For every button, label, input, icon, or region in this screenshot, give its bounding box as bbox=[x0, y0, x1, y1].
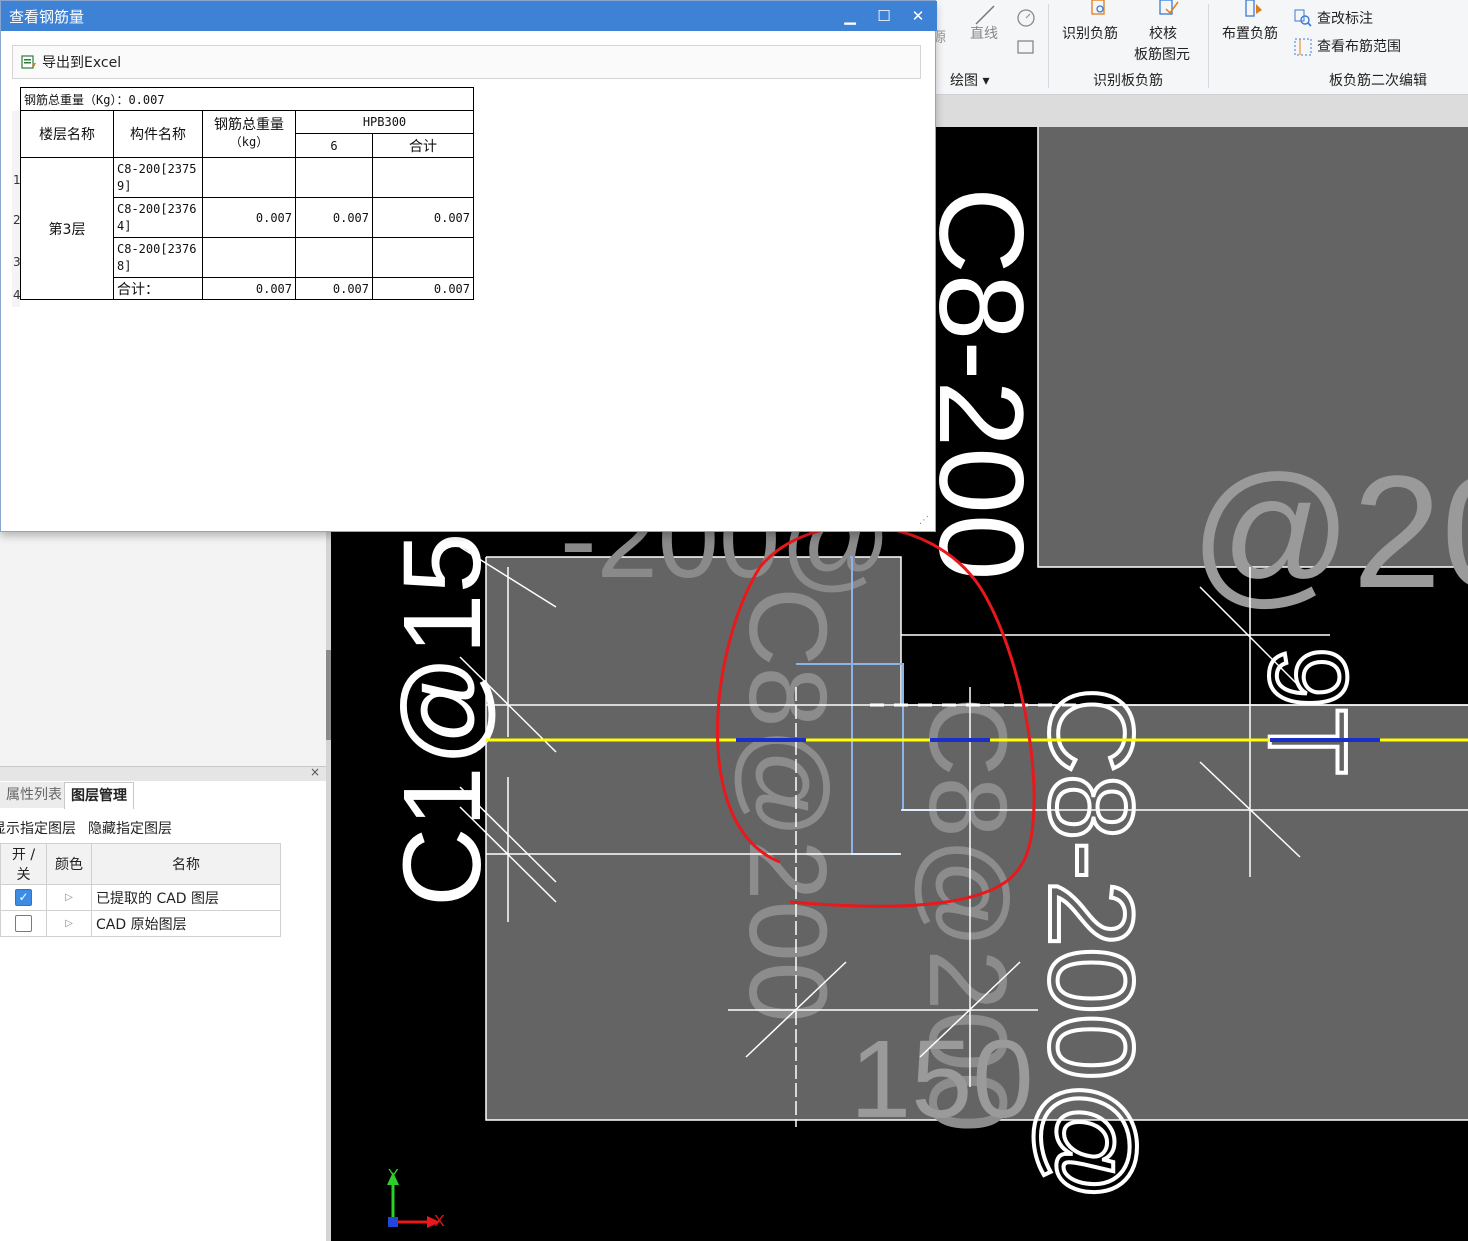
weight-cell: 0.007 bbox=[202, 197, 296, 238]
view-range-icon bbox=[1294, 38, 1312, 56]
layer-name: CAD 原始图层 bbox=[91, 910, 281, 937]
header-total-weight-label: 钢筋总重量 bbox=[214, 117, 284, 133]
check-icon bbox=[1159, 0, 1179, 15]
cad-text-c1-15: C1@15 bbox=[381, 532, 504, 907]
d6-cell bbox=[295, 237, 373, 278]
tab-attribute-list[interactable]: 属性列表 bbox=[0, 782, 68, 808]
layer-panel-close-icon[interactable]: × bbox=[310, 765, 320, 779]
export-excel-label: 导出到Excel bbox=[42, 55, 122, 71]
subtotal-cell bbox=[372, 237, 474, 278]
header-total-weight-unit: （kg） bbox=[229, 135, 269, 149]
subtotal-cell: 0.007 bbox=[372, 277, 474, 300]
identify-group-label: 识别板负筋 bbox=[1093, 73, 1163, 89]
component-cell: C8-200[23764] bbox=[113, 197, 203, 238]
rebar-quantity-table: 钢筋总重量（Kg）：0.007 楼层名称 构件名称 钢筋总重量 （kg） HPB… bbox=[20, 87, 474, 300]
col-onoff: 开 / 关 bbox=[0, 843, 47, 885]
layer-checkbox-checked[interactable]: ✓ bbox=[15, 889, 32, 906]
identify-negative-rebar-button[interactable]: 识别负筋 bbox=[1062, 24, 1118, 45]
col-name: 名称 bbox=[91, 843, 281, 885]
header-grade: HPB300 bbox=[295, 110, 474, 134]
line-button[interactable]: 直线 bbox=[970, 24, 998, 45]
weight-cell: 0.007 bbox=[202, 277, 296, 300]
layer-panel-header bbox=[0, 766, 326, 781]
draw-group-label[interactable]: 绘图 ▾ bbox=[950, 70, 989, 90]
layer-row[interactable]: ▷ CAD 原始图层 bbox=[0, 910, 281, 937]
edit-mark-button[interactable]: 查改标注 bbox=[1317, 9, 1373, 30]
resize-grip-icon[interactable]: ⋰ bbox=[919, 515, 929, 526]
excel-icon bbox=[21, 55, 36, 69]
ribbon-bottom-strip bbox=[936, 95, 1468, 127]
component-cell: C8-200[23759] bbox=[113, 157, 203, 198]
panel-splitter[interactable] bbox=[326, 532, 331, 1241]
header-subtotal: 合计 bbox=[372, 133, 474, 158]
rectangle-icon[interactable] bbox=[1016, 38, 1036, 56]
dialog-toolbar: 导出到Excel bbox=[12, 45, 921, 79]
splitter-grip[interactable] bbox=[326, 650, 331, 740]
total-label-cell: 合计： bbox=[113, 277, 203, 300]
tab-layer-management[interactable]: 图层管理 bbox=[64, 782, 134, 809]
weight-cell bbox=[202, 237, 296, 278]
subtotal-cell: 0.007 bbox=[372, 197, 474, 238]
header-total-weight: 钢筋总重量 （kg） bbox=[202, 110, 296, 158]
total-weight-summary: 钢筋总重量（Kg）：0.007 bbox=[20, 87, 474, 111]
hide-layer-button[interactable]: 隐藏指定图层 bbox=[88, 818, 172, 838]
check-button[interactable]: 校核 bbox=[1149, 24, 1177, 45]
axis-y-label: Y bbox=[388, 1167, 399, 1184]
dialog-title: 查看钢筋量 bbox=[9, 8, 85, 26]
floor-cell: 第3层 bbox=[20, 157, 114, 300]
header-diameter: 6 bbox=[295, 133, 373, 158]
col-color: 颜色 bbox=[46, 843, 92, 885]
ribbon-separator bbox=[1048, 4, 1049, 88]
layer-row[interactable]: ✓ ▷ 已提取的 CAD 图层 bbox=[0, 884, 281, 911]
edit-mark-icon bbox=[1294, 9, 1312, 27]
layer-checkbox[interactable] bbox=[15, 915, 32, 932]
d6-cell bbox=[295, 157, 373, 198]
row-number-gutter bbox=[12, 111, 20, 307]
table-row[interactable]: 第3层 C8-200[23759] bbox=[20, 157, 474, 300]
place-negative-rebar-icon bbox=[1245, 0, 1262, 17]
expand-arrow-icon[interactable]: ▷ bbox=[46, 910, 92, 937]
component-cell: C8-200[23768] bbox=[113, 237, 203, 278]
layer-name: 已提取的 CAD 图层 bbox=[91, 884, 281, 911]
layer-table-header: 开 / 关 颜色 名称 bbox=[0, 843, 281, 885]
secondary-edit-group-label: 板负筋二次编辑 bbox=[1329, 73, 1427, 89]
weight-cell bbox=[202, 157, 296, 198]
circle-icon[interactable] bbox=[1016, 8, 1036, 28]
identify-negative-rebar-icon bbox=[1091, 0, 1105, 15]
d6-cell: 0.007 bbox=[295, 277, 373, 300]
maximize-icon[interactable]: ☐ bbox=[869, 4, 899, 28]
header-floor: 楼层名称 bbox=[20, 110, 114, 158]
close-icon[interactable]: ✕ bbox=[903, 4, 933, 28]
line-icon bbox=[975, 5, 995, 25]
ribbon-separator bbox=[1208, 4, 1209, 88]
layer-table: 开 / 关 颜色 名称 ✓ ▷ 已提取的 CAD 图层 ▷ CAD 原始图层 bbox=[0, 843, 281, 937]
subtotal-cell bbox=[372, 157, 474, 198]
axis-x-label: X bbox=[434, 1213, 445, 1230]
export-excel-button[interactable]: 导出到Excel bbox=[21, 52, 121, 72]
header-component: 构件名称 bbox=[113, 110, 203, 158]
ribbon: 源 直线 绘图 ▾ 识别负筋 校核 板筋图元 识别板负筋 布置负筋 查改标注 查… bbox=[932, 0, 1468, 95]
expand-arrow-icon[interactable]: ▷ bbox=[46, 884, 92, 911]
place-negative-rebar-button[interactable]: 布置负筋 bbox=[1222, 24, 1278, 45]
show-layer-button[interactable]: 显示指定图层 bbox=[0, 818, 76, 838]
rebar-quantity-dialog: 查看钢筋量 ▁ ☐ ✕ 导出到Excel 1 2 3 4 钢筋总重量（Kg）：0… bbox=[0, 0, 937, 532]
check-button-sub: 板筋图元 bbox=[1134, 47, 1190, 63]
d6-cell: 0.007 bbox=[295, 197, 373, 238]
dialog-titlebar[interactable]: 查看钢筋量 ▁ ☐ ✕ bbox=[1, 1, 937, 31]
minimize-icon[interactable]: ▁ bbox=[835, 4, 865, 28]
cad-text-c8-200-gray: C8@200 bbox=[726, 587, 849, 1023]
cad-text-c8-200-outline: C8-200@ bbox=[1024, 687, 1158, 1202]
view-range-button[interactable]: 查看布筋范围 bbox=[1317, 37, 1401, 58]
